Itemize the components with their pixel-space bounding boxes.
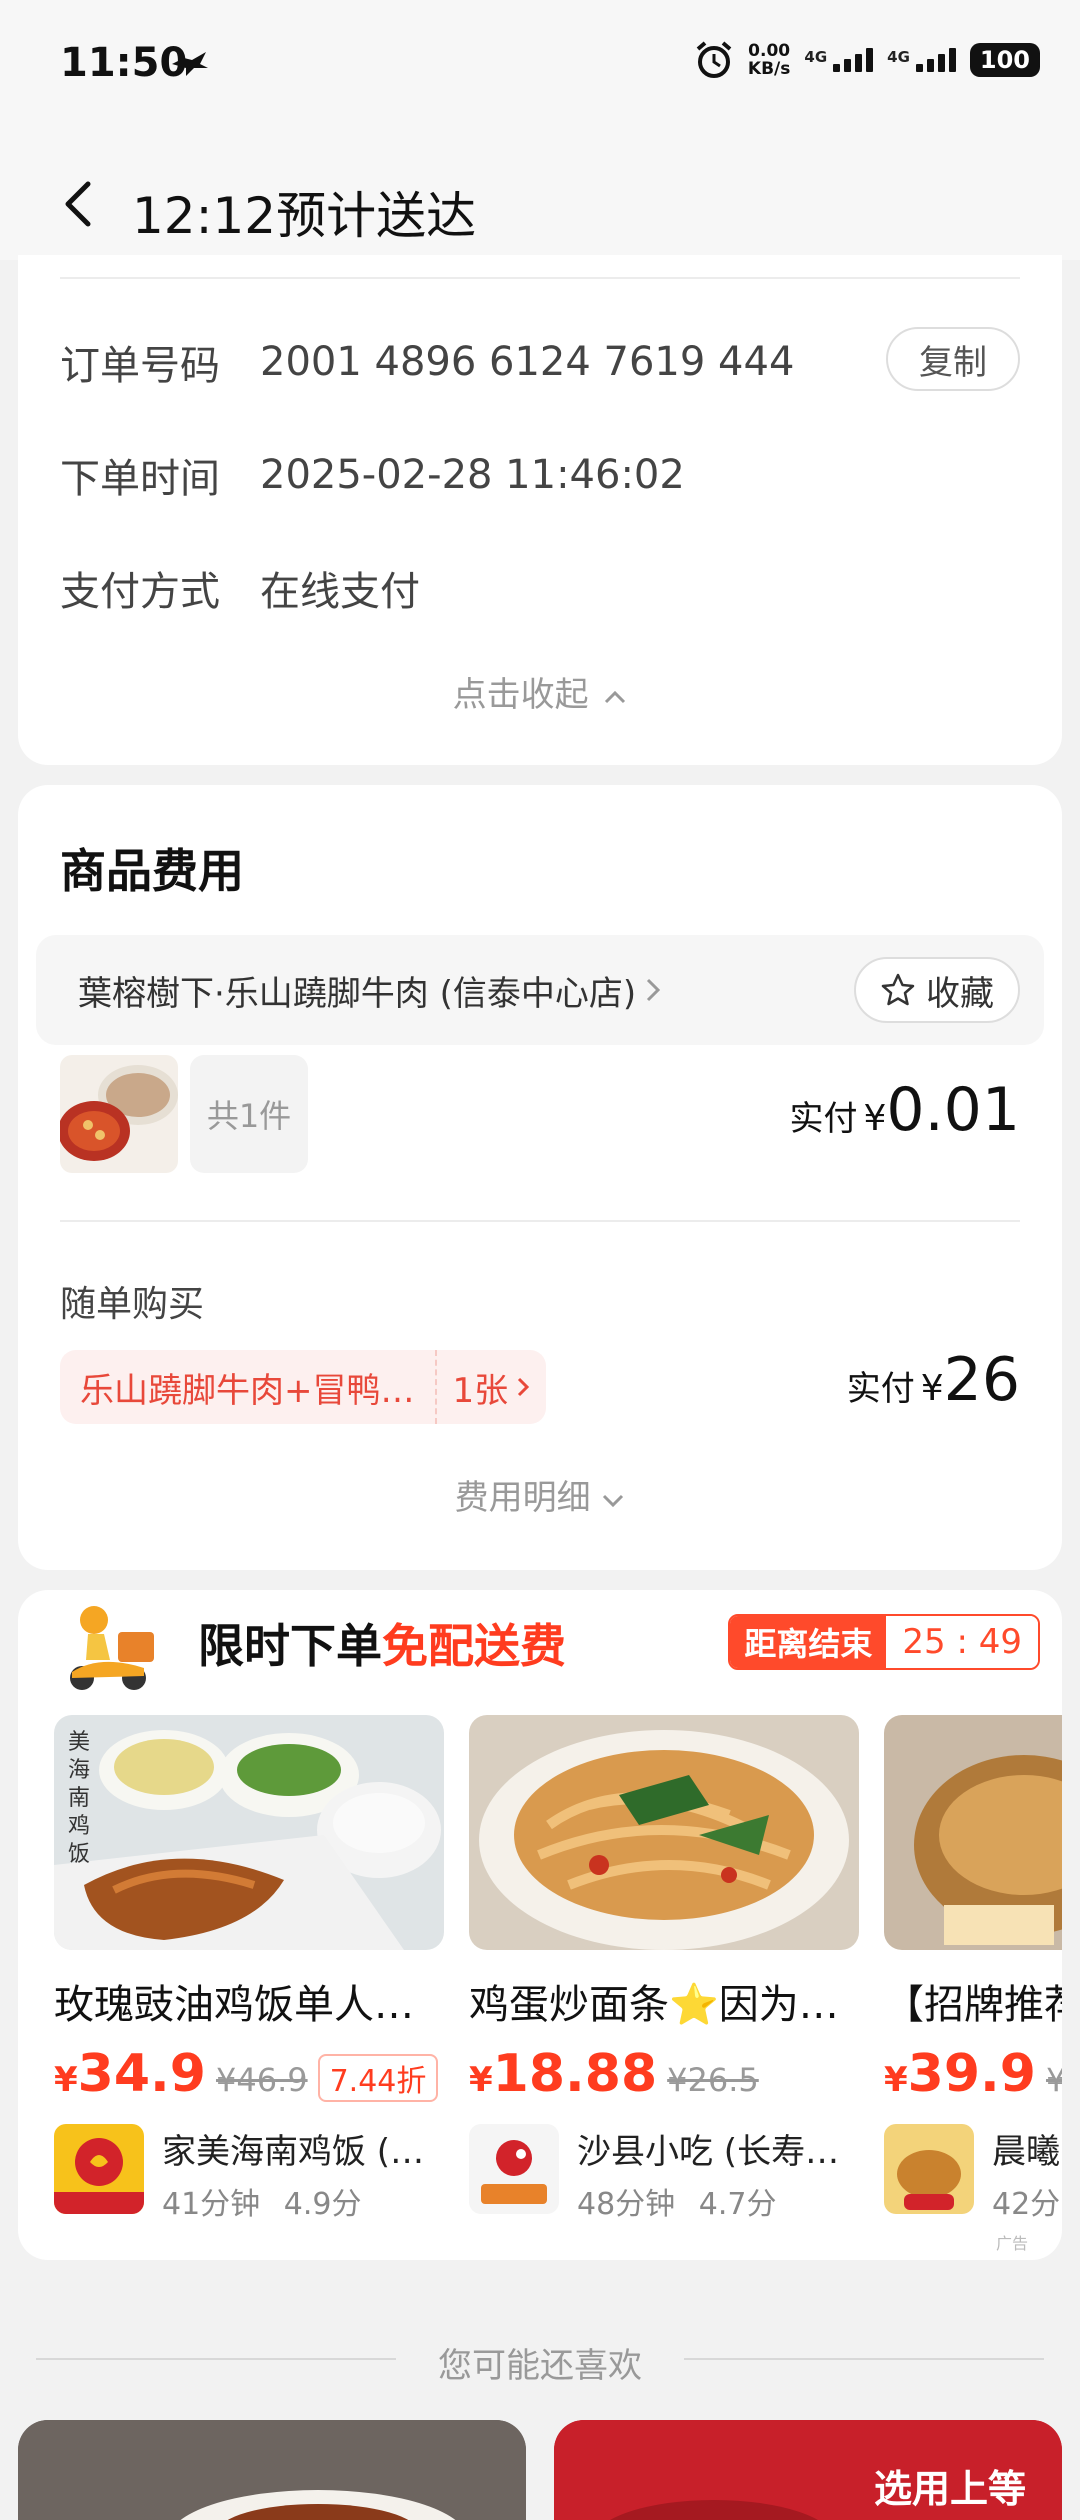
favorite-button[interactable]: 收藏 xyxy=(854,957,1020,1023)
deal-card[interactable]: 鸡蛋炒面条⭐因为… ¥18.88 ¥26.5 沙县小吃 (长寿… 48分钟 4.… xyxy=(469,1715,859,2223)
svg-text:鸡: 鸡 xyxy=(68,1814,90,1839)
signal-icon-2: 4G xyxy=(887,48,956,72)
deal-image[interactable] xyxy=(884,1715,1062,1950)
store-meta: 48分钟 4.7分 xyxy=(577,2187,777,2222)
shop-name[interactable]: 葉榕樹下·乐山蹺脚牛肉 (信泰中心店) xyxy=(78,935,662,1045)
divider xyxy=(60,277,1020,279)
recommend-card[interactable]: 选用上等 xyxy=(554,2420,1062,2520)
paid-amount: 实付 ¥ 0.01 xyxy=(789,1075,1021,1145)
store-name: 晨曦 xyxy=(992,2132,1060,2172)
chevron-down-icon xyxy=(603,1494,624,1508)
store-meta: 42分 xyxy=(992,2187,1061,2222)
deal-name: 鸡蛋炒面条⭐因为… xyxy=(469,1982,839,2028)
addon-title: 随单购买 xyxy=(60,1284,205,1325)
deal-price: ¥39.9 ¥8 xyxy=(884,2044,1062,2104)
chevron-right-icon xyxy=(647,978,661,1002)
page-header: 12:12预计送达 xyxy=(0,140,1080,260)
deal-store[interactable]: 沙县小吃 (长寿… 48分钟 4.7分 xyxy=(469,2124,859,2223)
store-logo xyxy=(469,2124,559,2214)
store-name: 家美海南鸡饭 (… xyxy=(162,2132,425,2172)
store-logo xyxy=(884,2124,974,2214)
svg-text:南: 南 xyxy=(68,1786,90,1811)
promo-title: 限时下单免配送费 xyxy=(198,1619,566,1673)
coupon-count: 1张 xyxy=(437,1363,547,1412)
recommend-card[interactable] xyxy=(18,2420,526,2520)
order-number-row: 订单号码 2001 4896 6124 7619 444 xyxy=(60,332,794,392)
discount-badge: 7.44折 xyxy=(317,2054,439,2102)
ad-label: 广告 xyxy=(995,2234,1028,2253)
recommend-divider: 您可能还喜欢 xyxy=(0,2330,1080,2390)
payment-method-value: 在线支付 xyxy=(260,569,420,615)
deal-image[interactable]: 美 海 南 鸡 饭 xyxy=(54,1715,444,1950)
shop-row[interactable]: 葉榕樹下·乐山蹺脚牛肉 (信泰中心店) 收藏 xyxy=(36,935,1044,1045)
order-time-row: 下单时间 2025-02-28 11:46:02 xyxy=(60,445,685,505)
deal-name: 玫瑰豉油鸡饭单人… xyxy=(54,1982,414,2028)
svg-text:饭: 饭 xyxy=(68,1842,90,1867)
deal-name: 【招牌推荐 xyxy=(884,1982,1062,2028)
banner-text: 选用上等 xyxy=(874,2467,1027,2511)
copy-button[interactable]: 复制 xyxy=(886,327,1020,391)
deal-price: ¥18.88 ¥26.5 xyxy=(469,2044,759,2104)
divider xyxy=(60,1220,1020,1222)
deal-price: ¥34.9 ¥46.9 7.44折 xyxy=(54,2044,444,2104)
network-speed: 0.00 KB/s xyxy=(747,41,791,79)
status-bar: 11:50 0.00 KB/s 4G 4G 100 xyxy=(0,0,1080,140)
fee-detail-toggle[interactable]: 费用明细 xyxy=(18,1470,1062,1519)
store-meta: 41分钟 4.9分 xyxy=(162,2187,362,2222)
order-number-label: 订单号码 xyxy=(60,343,220,389)
order-number-value: 2001 4896 6124 7619 444 xyxy=(260,339,795,385)
deal-card[interactable]: 美 海 南 鸡 饭 玫瑰豉油鸡饭单人… ¥34.9 ¥46.9 7.44折 家美… xyxy=(54,1715,444,2223)
back-arrow-icon[interactable] xyxy=(58,180,98,228)
store-logo xyxy=(54,2124,144,2214)
item-count[interactable]: 共1件 xyxy=(190,1055,308,1173)
promo-header: 限时下单免配送费 距离结束 25 : 49 xyxy=(60,1590,1040,1690)
collapse-toggle[interactable]: 点击收起 xyxy=(18,667,1062,716)
goods-fee-card: 商品费用 葉榕樹下·乐山蹺脚牛肉 (信泰中心店) 收藏 共1件 实付 ¥ 0.0… xyxy=(18,785,1062,1570)
order-info-card: 订单号码 2001 4896 6124 7619 444 复制 下单时间 202… xyxy=(18,255,1062,765)
deal-card[interactable]: 【招牌推荐 ¥39.9 ¥8 晨曦 42分 xyxy=(884,1715,1062,2223)
svg-text:海: 海 xyxy=(68,1758,90,1783)
payment-method-row: 支付方式 在线支付 xyxy=(60,558,420,618)
food-thumbnail[interactable] xyxy=(60,1055,178,1173)
store-name: 沙县小吃 (长寿… xyxy=(577,2132,840,2172)
order-time-value: 2025-02-28 11:46:02 xyxy=(260,452,685,498)
recommend-title: 您可能还喜欢 xyxy=(438,2346,642,2386)
deal-store[interactable]: 晨曦 42分 xyxy=(884,2124,1062,2223)
order-time-label: 下单时间 xyxy=(60,456,220,502)
status-time: 11:50 xyxy=(60,40,188,86)
star-icon xyxy=(881,973,915,1006)
deal-carousel[interactable]: 美 海 南 鸡 饭 玫瑰豉油鸡饭单人… ¥34.9 ¥46.9 7.44折 家美… xyxy=(54,1715,1062,2245)
page-title: 12:12预计送达 xyxy=(132,187,477,245)
chevron-up-icon xyxy=(605,690,626,703)
notification-icon xyxy=(172,52,208,76)
addon-coupon[interactable]: 乐山蹺脚牛肉+冒鸭… 1张 xyxy=(60,1350,547,1424)
svg-text:美: 美 xyxy=(68,1730,90,1755)
delivery-rider-icon xyxy=(70,1606,154,1690)
section-title: 商品费用 xyxy=(60,844,244,898)
battery-indicator: 100 xyxy=(969,43,1040,77)
deal-store[interactable]: 家美海南鸡饭 (… 41分钟 4.9分 xyxy=(54,2124,444,2223)
payment-method-label: 支付方式 xyxy=(60,569,220,615)
promo-card: 限时下单免配送费 距离结束 25 : 49 美 海 南 鸡 饭 玫瑰豉油鸡饭单人… xyxy=(18,1590,1062,2260)
addon-paid-amount: 实付 ¥ 26 xyxy=(846,1345,1020,1415)
alarm-icon xyxy=(696,41,732,78)
coupon-name: 乐山蹺脚牛肉+冒鸭… xyxy=(60,1350,437,1424)
countdown-timer: 距离结束 25 : 49 xyxy=(728,1614,1040,1670)
status-icons: 0.00 KB/s 4G 4G 100 xyxy=(694,40,1040,80)
deal-image[interactable] xyxy=(469,1715,859,1950)
chevron-right-icon xyxy=(518,1377,530,1397)
signal-icon: 4G xyxy=(804,48,874,72)
